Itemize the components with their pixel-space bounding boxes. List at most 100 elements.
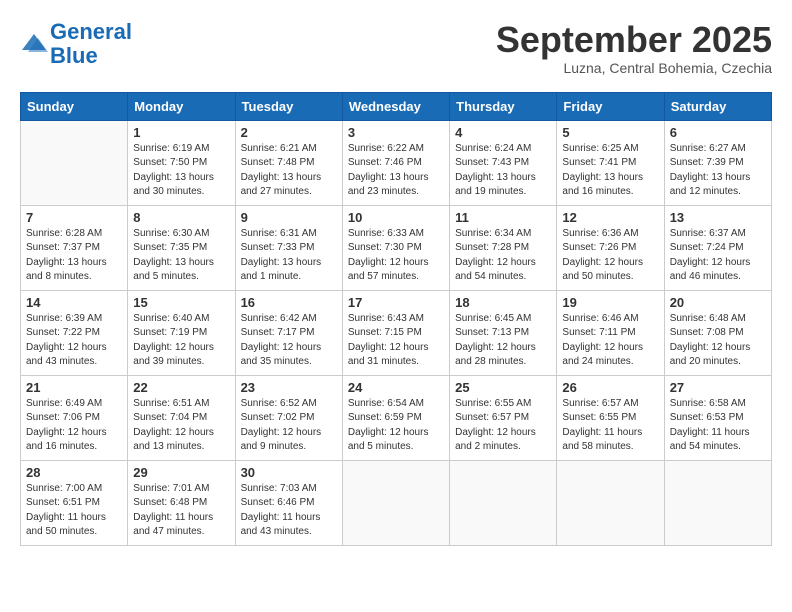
day-info: Sunrise: 6:43 AM Sunset: 7:15 PM Dayligh… [348, 312, 444, 370]
day-info: Sunrise: 6:24 AM Sunset: 7:43 PM Dayligh… [455, 142, 551, 200]
day-info: Sunrise: 6:40 AM Sunset: 7:19 PM Dayligh… [133, 312, 229, 370]
calendar-week-3: 14 Sunrise: 6:39 AM Sunset: 7:22 PM Dayli… [21, 290, 772, 375]
day-info: Sunrise: 6:54 AM Sunset: 6:59 PM Dayligh… [348, 397, 444, 455]
weekday-header-sunday: Sunday [21, 92, 128, 120]
day-number: 3 [348, 125, 444, 140]
day-number: 15 [133, 295, 229, 310]
day-info: Sunrise: 6:45 AM Sunset: 7:13 PM Dayligh… [455, 312, 551, 370]
day-info: Sunrise: 6:31 AM Sunset: 7:33 PM Dayligh… [241, 227, 337, 285]
day-number: 9 [241, 210, 337, 225]
day-number: 2 [241, 125, 337, 140]
day-info: Sunrise: 6:58 AM Sunset: 6:53 PM Dayligh… [670, 397, 766, 455]
day-info: Sunrise: 6:52 AM Sunset: 7:02 PM Dayligh… [241, 397, 337, 455]
calendar-cell: 24Sunrise: 6:54 AM Sunset: 6:59 PM Dayli… [342, 375, 449, 460]
calendar-week-1: 1 Sunrise: 6:19 AM Sunset: 7:50 PM Daylig… [21, 120, 772, 205]
day-info: Sunrise: 6:55 AM Sunset: 6:57 PM Dayligh… [455, 397, 551, 455]
calendar-cell: 16 Sunrise: 6:42 AM Sunset: 7:17 PM Dayli… [235, 290, 342, 375]
day-number: 12 [562, 210, 658, 225]
calendar-cell: 5 Sunrise: 6:25 AM Sunset: 7:41 PM Daylig… [557, 120, 664, 205]
day-number: 11 [455, 210, 551, 225]
day-info: Sunrise: 6:46 AM Sunset: 7:11 PM Dayligh… [562, 312, 658, 370]
calendar-cell: 22 Sunrise: 6:51 AM Sunset: 7:04 PM Dayli… [128, 375, 235, 460]
calendar-week-5: 28 Sunrise: 7:00 AM Sunset: 6:51 PM Dayli… [21, 460, 772, 545]
day-number: 10 [348, 210, 444, 225]
day-number: 26 [562, 380, 658, 395]
weekday-header-row: SundayMondayTuesdayWednesdayThursdayFrid… [21, 92, 772, 120]
logo: General Blue [20, 20, 132, 68]
day-number: 17 [348, 295, 444, 310]
day-number: 23 [241, 380, 337, 395]
logo-icon [20, 30, 48, 58]
calendar-cell: 8Sunrise: 6:30 AM Sunset: 7:35 PM Daylig… [128, 205, 235, 290]
calendar-cell: 9 Sunrise: 6:31 AM Sunset: 7:33 PM Daylig… [235, 205, 342, 290]
calendar-cell: 27 Sunrise: 6:58 AM Sunset: 6:53 PM Dayli… [664, 375, 771, 460]
day-info: Sunrise: 6:49 AM Sunset: 7:06 PM Dayligh… [26, 397, 122, 455]
calendar-cell [450, 460, 557, 545]
day-info: Sunrise: 6:25 AM Sunset: 7:41 PM Dayligh… [562, 142, 658, 200]
calendar-cell: 30 Sunrise: 7:03 AM Sunset: 6:46 PM Dayli… [235, 460, 342, 545]
day-number: 19 [562, 295, 658, 310]
day-info: Sunrise: 6:57 AM Sunset: 6:55 PM Dayligh… [562, 397, 658, 455]
day-number: 25 [455, 380, 551, 395]
weekday-header-friday: Friday [557, 92, 664, 120]
day-info: Sunrise: 6:42 AM Sunset: 7:17 PM Dayligh… [241, 312, 337, 370]
calendar-cell: 25 Sunrise: 6:55 AM Sunset: 6:57 PM Dayli… [450, 375, 557, 460]
calendar-cell: 20Sunrise: 6:48 AM Sunset: 7:08 PM Dayli… [664, 290, 771, 375]
calendar-cell [342, 460, 449, 545]
day-info: Sunrise: 7:03 AM Sunset: 6:46 PM Dayligh… [241, 482, 337, 540]
day-number: 5 [562, 125, 658, 140]
day-info: Sunrise: 6:48 AM Sunset: 7:08 PM Dayligh… [670, 312, 766, 370]
calendar-cell: 11 Sunrise: 6:34 AM Sunset: 7:28 PM Dayli… [450, 205, 557, 290]
page-header: General Blue September 2025 Luzna, Centr… [20, 20, 772, 76]
day-number: 22 [133, 380, 229, 395]
day-number: 30 [241, 465, 337, 480]
day-number: 18 [455, 295, 551, 310]
calendar-cell: 14 Sunrise: 6:39 AM Sunset: 7:22 PM Dayli… [21, 290, 128, 375]
day-number: 4 [455, 125, 551, 140]
day-number: 14 [26, 295, 122, 310]
calendar-week-2: 7 Sunrise: 6:28 AM Sunset: 7:37 PM Daylig… [21, 205, 772, 290]
month-title: September 2025 [496, 20, 772, 60]
weekday-header-monday: Monday [128, 92, 235, 120]
logo-line1: General [50, 19, 132, 44]
day-info: Sunrise: 6:37 AM Sunset: 7:24 PM Dayligh… [670, 227, 766, 285]
day-number: 27 [670, 380, 766, 395]
day-info: Sunrise: 6:21 AM Sunset: 7:48 PM Dayligh… [241, 142, 337, 200]
day-info: Sunrise: 6:28 AM Sunset: 7:37 PM Dayligh… [26, 227, 122, 285]
day-number: 6 [670, 125, 766, 140]
calendar-cell: 23 Sunrise: 6:52 AM Sunset: 7:02 PM Dayli… [235, 375, 342, 460]
calendar-cell: 15 Sunrise: 6:40 AM Sunset: 7:19 PM Dayli… [128, 290, 235, 375]
day-number: 28 [26, 465, 122, 480]
day-info: Sunrise: 6:36 AM Sunset: 7:26 PM Dayligh… [562, 227, 658, 285]
calendar-cell: 10Sunrise: 6:33 AM Sunset: 7:30 PM Dayli… [342, 205, 449, 290]
calendar-cell [664, 460, 771, 545]
day-info: Sunrise: 6:51 AM Sunset: 7:04 PM Dayligh… [133, 397, 229, 455]
day-number: 7 [26, 210, 122, 225]
day-number: 21 [26, 380, 122, 395]
day-number: 13 [670, 210, 766, 225]
calendar-cell: 6Sunrise: 6:27 AM Sunset: 7:39 PM Daylig… [664, 120, 771, 205]
calendar-table: SundayMondayTuesdayWednesdayThursdayFrid… [20, 92, 772, 546]
calendar-cell: 13 Sunrise: 6:37 AM Sunset: 7:24 PM Dayli… [664, 205, 771, 290]
calendar-week-4: 21 Sunrise: 6:49 AM Sunset: 7:06 PM Dayli… [21, 375, 772, 460]
day-info: Sunrise: 6:39 AM Sunset: 7:22 PM Dayligh… [26, 312, 122, 370]
calendar-cell: 29Sunrise: 7:01 AM Sunset: 6:48 PM Dayli… [128, 460, 235, 545]
calendar-cell: 2 Sunrise: 6:21 AM Sunset: 7:48 PM Daylig… [235, 120, 342, 205]
day-info: Sunrise: 7:00 AM Sunset: 6:51 PM Dayligh… [26, 482, 122, 540]
weekday-header-thursday: Thursday [450, 92, 557, 120]
calendar-cell: 17 Sunrise: 6:43 AM Sunset: 7:15 PM Dayli… [342, 290, 449, 375]
calendar-cell: 19 Sunrise: 6:46 AM Sunset: 7:11 PM Dayli… [557, 290, 664, 375]
day-info: Sunrise: 6:30 AM Sunset: 7:35 PM Dayligh… [133, 227, 229, 285]
day-number: 16 [241, 295, 337, 310]
day-info: Sunrise: 7:01 AM Sunset: 6:48 PM Dayligh… [133, 482, 229, 540]
title-block: September 2025 Luzna, Central Bohemia, C… [496, 20, 772, 76]
logo-line2: Blue [50, 43, 98, 68]
calendar-cell: 1 Sunrise: 6:19 AM Sunset: 7:50 PM Daylig… [128, 120, 235, 205]
day-info: Sunrise: 6:19 AM Sunset: 7:50 PM Dayligh… [133, 142, 229, 200]
logo-text: General Blue [50, 20, 132, 68]
day-number: 1 [133, 125, 229, 140]
location-subtitle: Luzna, Central Bohemia, Czechia [496, 60, 772, 76]
calendar-cell: 18 Sunrise: 6:45 AM Sunset: 7:13 PM Dayli… [450, 290, 557, 375]
day-info: Sunrise: 6:34 AM Sunset: 7:28 PM Dayligh… [455, 227, 551, 285]
calendar-cell: 7 Sunrise: 6:28 AM Sunset: 7:37 PM Daylig… [21, 205, 128, 290]
